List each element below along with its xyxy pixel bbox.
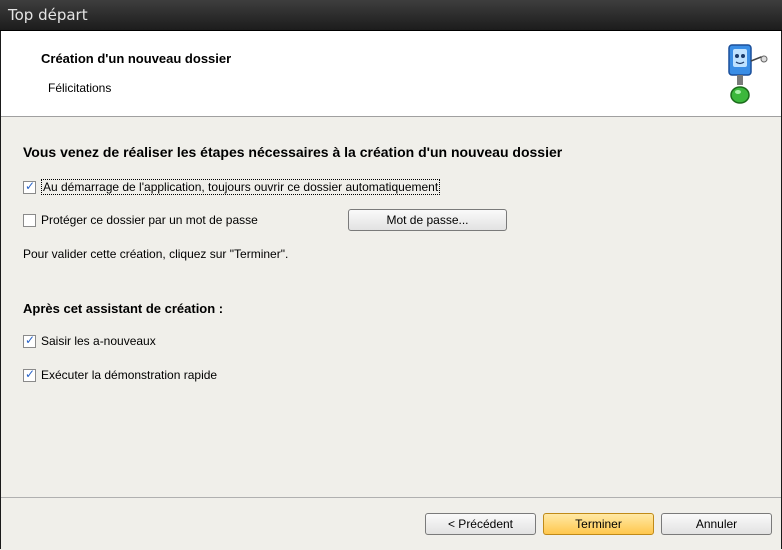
password-button[interactable]: Mot de passe... <box>348 209 507 231</box>
run-demo-label[interactable]: Exécuter la démonstration rapide <box>41 368 217 382</box>
header-subtitle: Félicitations <box>48 81 112 95</box>
finish-button[interactable]: Terminer <box>543 513 654 535</box>
enter-balances-option[interactable]: ✓ Saisir les a-nouveaux <box>23 332 156 348</box>
wizard-frame: Création d'un nouveau dossier Félicitati… <box>0 31 782 549</box>
header-title: Création d'un nouveau dossier <box>41 51 232 66</box>
check-icon: ✓ <box>25 332 36 347</box>
title-bar[interactable]: Top départ <box>0 0 782 31</box>
enter-balances-label[interactable]: Saisir les a-nouveaux <box>41 334 156 348</box>
wizard-window: Top départ Création d'un nouveau dossier… <box>0 0 782 550</box>
open-at-startup-option[interactable]: ✓ Au démarrage de l'application, toujour… <box>23 178 441 195</box>
enter-balances-checkbox[interactable]: ✓ <box>23 332 36 348</box>
run-demo-option[interactable]: ✓ Exécuter la démonstration rapide <box>23 366 217 382</box>
wizard-header: Création d'un nouveau dossier Félicitati… <box>1 31 781 117</box>
protect-password-checkbox[interactable] <box>23 213 36 227</box>
check-icon: ✓ <box>25 178 36 193</box>
check-icon: ✓ <box>25 366 36 381</box>
wizard-footer: < Précédent Terminer Annuler <box>1 497 781 549</box>
open-at-startup-checkbox[interactable]: ✓ <box>23 178 36 194</box>
validate-text: Pour valider cette création, cliquez sur… <box>23 247 289 261</box>
previous-button[interactable]: < Précédent <box>425 513 536 535</box>
cancel-button[interactable]: Annuler <box>661 513 772 535</box>
protect-password-label[interactable]: Protéger ce dossier par un mot de passe <box>41 213 258 227</box>
run-demo-checkbox[interactable]: ✓ <box>23 366 36 382</box>
main-heading: Vous venez de réaliser les étapes nécess… <box>23 144 563 160</box>
open-at-startup-label[interactable]: Au démarrage de l'application, toujours … <box>41 179 441 195</box>
window-title: Top départ <box>8 6 88 24</box>
after-wizard-heading: Après cet assistant de création : <box>23 301 224 316</box>
computer-mascot-icon <box>728 44 768 104</box>
protect-password-option[interactable]: Protéger ce dossier par un mot de passe <box>23 213 258 227</box>
wizard-content: Vous venez de réaliser les étapes nécess… <box>1 117 781 497</box>
